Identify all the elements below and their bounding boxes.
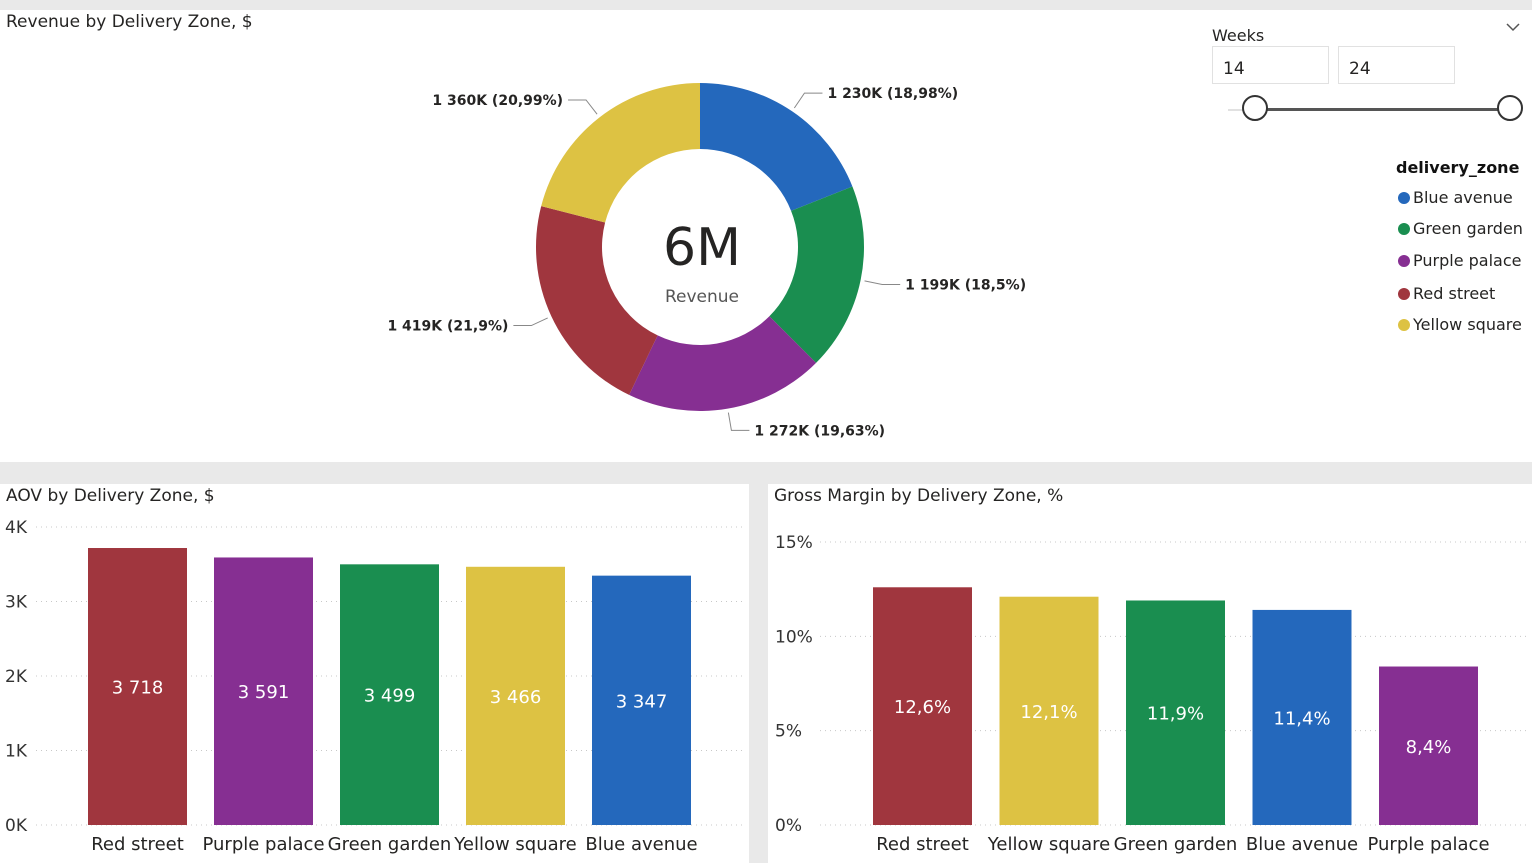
weeks-filter-title: Weeks (1212, 26, 1265, 45)
aov-bar-chart[interactable]: 0K 1K 2K 3K 4K 3 718 Red street 3 591 Purple pal… (0, 484, 749, 863)
bar-data-label: 8,4% (1406, 737, 1452, 758)
y-tick-label: 3K (5, 593, 28, 613)
weeks-slider-end-handle[interactable] (1497, 95, 1523, 121)
gross-margin-panel: Gross Margin by Delivery Zone, % 0% 5% 10%… (768, 484, 1532, 863)
x-category-label: Green garden (1114, 834, 1238, 855)
y-tick-label: 0% (775, 816, 802, 836)
x-category-label: Purple palace (202, 834, 324, 855)
legend-dot-icon (1398, 288, 1410, 300)
x-category-label: Blue avenue (585, 834, 697, 855)
legend-dot-icon (1398, 255, 1410, 267)
y-tick-label: 4K (5, 518, 28, 538)
y-tick-label: 5% (775, 722, 802, 742)
y-tick-label: 10% (775, 627, 813, 647)
legend-item-blue-avenue[interactable]: Blue avenue (1398, 188, 1513, 207)
revenue-panel: Revenue by Delivery Zone, $ 1 230K (18,9… (0, 10, 1532, 462)
donut-leader-line (727, 412, 750, 431)
donut-center-label: Revenue (665, 287, 739, 307)
bar-data-label: 11,4% (1273, 708, 1330, 729)
donut-data-label: 1 360K (20,99%) (432, 93, 563, 109)
x-category-label: Purple palace (1367, 834, 1489, 855)
gross-margin-bar-chart[interactable]: 0% 5% 10% 15% 12,6% Red street 12,1% Yellow squ… (768, 484, 1532, 863)
bar-data-label: 3 499 (364, 686, 416, 707)
legend-item-red-street[interactable]: Red street (1398, 284, 1495, 303)
donut-leader-line (568, 99, 598, 115)
bar-data-label: 12,6% (894, 697, 951, 718)
bar-data-label: 3 718 (112, 678, 164, 699)
donut-data-label: 1 230K (18,98%) (827, 86, 958, 102)
aov-panel: AOV by Delivery Zone, $ 0K 1K 2K 3K 4K 3 718 R… (0, 484, 749, 863)
y-tick-label: 2K (5, 667, 28, 687)
donut-slice-blue-avenue[interactable] (700, 83, 853, 211)
weeks-slider-track[interactable] (1256, 108, 1511, 111)
legend-dot-icon (1398, 192, 1410, 204)
bar-data-label: 11,9% (1147, 704, 1204, 725)
donut-leader-line (793, 92, 823, 109)
x-category-label: Green garden (328, 834, 452, 855)
weeks-from-input[interactable]: 14 (1212, 46, 1329, 84)
donut-leader-line (864, 280, 901, 286)
y-tick-label: 15% (775, 533, 813, 553)
x-category-label: Yellow square (453, 834, 576, 855)
legend-item-yellow-square[interactable]: Yellow square (1398, 315, 1522, 334)
donut-leader-line (513, 317, 548, 327)
x-category-label: Red street (876, 834, 969, 855)
bar-data-label: 3 347 (616, 691, 668, 712)
y-tick-label: 0K (5, 816, 28, 836)
legend-item-purple-palace[interactable]: Purple palace (1398, 251, 1521, 270)
bar-data-label: 12,1% (1020, 702, 1077, 723)
legend-dot-icon (1398, 319, 1410, 331)
bar-data-label: 3 591 (238, 682, 290, 703)
weeks-slider-start-handle[interactable] (1242, 95, 1268, 121)
x-category-label: Yellow square (987, 834, 1110, 855)
donut-center-value: 6M (663, 218, 741, 278)
donut-slice-yellow-square[interactable] (541, 83, 700, 223)
donut-slice-red-street[interactable] (536, 206, 658, 395)
donut-data-label: 1 272K (19,63%) (754, 423, 885, 439)
legend-item-green-garden[interactable]: Green garden (1398, 219, 1523, 238)
y-tick-label: 1K (5, 742, 28, 762)
chevron-down-icon[interactable] (1504, 18, 1522, 36)
weeks-to-input[interactable]: 24 (1338, 46, 1455, 84)
donut-data-label: 1 419K (21,9%) (387, 319, 508, 335)
legend-title: delivery_zone (1396, 158, 1520, 177)
x-category-label: Red street (91, 834, 184, 855)
legend-dot-icon (1398, 223, 1410, 235)
bar-data-label: 3 466 (490, 687, 542, 708)
x-category-label: Blue avenue (1246, 834, 1358, 855)
donut-data-label: 1 199K (18,5%) (905, 278, 1026, 294)
